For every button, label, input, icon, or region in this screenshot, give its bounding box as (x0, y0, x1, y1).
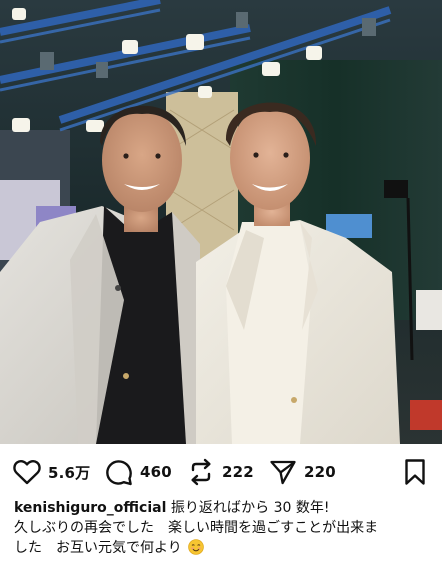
author-username[interactable]: kenishiguro_official (14, 500, 166, 516)
repost-count[interactable]: 222 (222, 463, 254, 481)
share-button[interactable]: 220 (268, 452, 336, 492)
caption-text-1: 振り返ればから 30 数年! (170, 500, 330, 516)
send-paper-plane-icon (268, 457, 298, 487)
comment-button[interactable]: 460 (104, 452, 172, 492)
post-caption: kenishiguro_official 振り返ればから 30 数年! 久しぶり… (14, 498, 428, 558)
share-count[interactable]: 220 (304, 463, 336, 481)
like-count[interactable]: 5.6万 (48, 462, 90, 483)
caption-line-3: した お互い元気で何より (14, 538, 428, 558)
repost-button[interactable]: 222 (186, 452, 254, 492)
repost-arrows-icon (186, 457, 216, 487)
comment-bubble-icon (104, 457, 134, 487)
heart-icon (12, 457, 42, 487)
instagram-post: 5.6万 460 222 220 kenishiguro_official 振り… (0, 0, 442, 562)
like-button[interactable]: 5.6万 (12, 452, 90, 492)
caption-text-3: した お互い元気で何より (14, 540, 182, 556)
post-action-bar: 5.6万 460 222 220 (0, 452, 442, 492)
smiling-face-emoji-icon (188, 539, 204, 555)
post-photo[interactable] (0, 0, 442, 444)
comment-count[interactable]: 460 (140, 463, 172, 481)
caption-line-1: kenishiguro_official 振り返ればから 30 数年! (14, 498, 428, 518)
save-button[interactable] (400, 452, 430, 492)
caption-line-2: 久しぶりの再会でした 楽しい時間を過ごすことが出来ま (14, 520, 379, 536)
bookmark-icon (400, 457, 430, 487)
